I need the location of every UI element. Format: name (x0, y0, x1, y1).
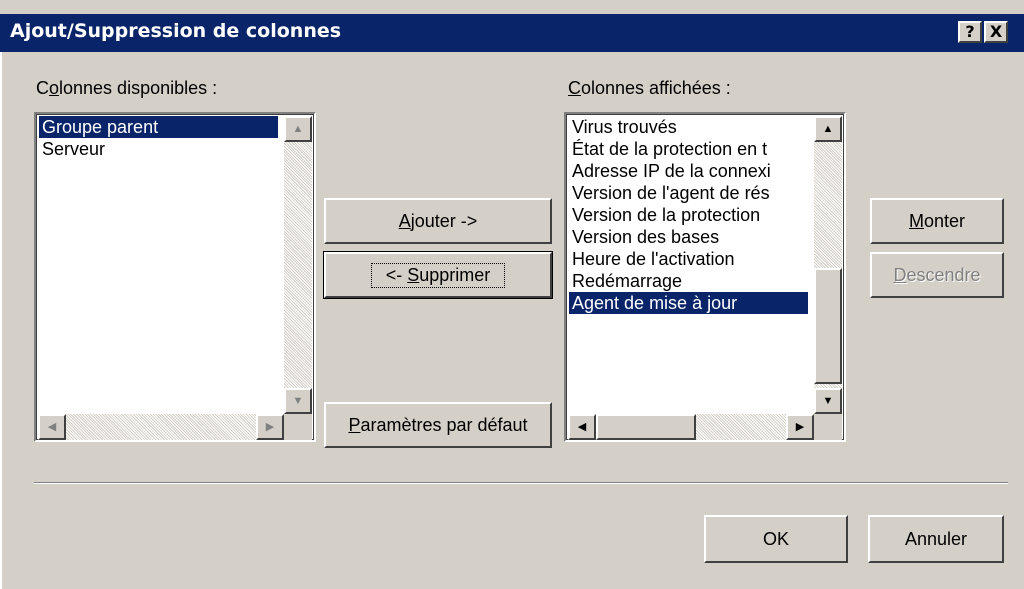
list-item[interactable]: Agent de mise à jour (569, 292, 808, 314)
list-item[interactable]: Heure de l'activation (569, 248, 808, 270)
available-vscrollbar[interactable]: ▲ ▼ (284, 116, 312, 414)
separator-line (34, 482, 1008, 484)
dialog-frame-edge (0, 52, 2, 589)
scroll-right-icon[interactable]: ▶ (786, 414, 814, 440)
displayed-columns-list[interactable]: Virus trouvés État de la protection en tA… (564, 112, 846, 442)
defaults-button[interactable]: Paramètres par défaut (324, 402, 552, 448)
displayed-hscrollbar[interactable]: ◀ ▶ (568, 414, 814, 440)
list-item[interactable]: Groupe parent (39, 116, 278, 138)
move-up-accel: M (908, 210, 924, 231)
move-down-button[interactable]: Descendre (870, 252, 1004, 298)
defaults-accel: P (348, 414, 361, 435)
vscroll-thumb[interactable] (814, 268, 842, 384)
available-items: Groupe parent Serveur (39, 116, 278, 160)
displayed-items: Virus trouvés État de la protection en tA… (569, 116, 808, 314)
list-item[interactable]: Version de l'agent de rés (569, 182, 808, 204)
defaults-label: Paramètres par défaut (348, 415, 527, 436)
remove-pre: <- (385, 264, 408, 285)
list-item[interactable]: État de la protection en t (569, 138, 808, 160)
remove-accel: S (407, 264, 420, 285)
title-bar: Ajout/Suppression de colonnes ? X (0, 14, 1024, 52)
displayed-vscrollbar[interactable]: ▲ ▼ (814, 116, 842, 414)
add-rest: jouter -> (410, 210, 478, 231)
defaults-rest: aramètres par défaut (360, 414, 528, 435)
scroll-left-icon[interactable]: ◀ (568, 414, 596, 440)
available-columns-label: Colonnes disponibles : (36, 78, 217, 99)
add-label: Ajouter -> (399, 211, 478, 232)
move-down-accel: D (893, 264, 907, 285)
move-down-label: Descendre (893, 265, 980, 286)
remove-rest: upprimer (419, 264, 491, 285)
scroll-right-icon[interactable]: ▶ (256, 414, 284, 440)
displayed-label-post: olonnes affichées : (581, 78, 731, 98)
displayed-label-accel: C (568, 78, 581, 98)
available-columns-list[interactable]: Groupe parent Serveur ▲ ▼ ◀ ▶ (34, 112, 316, 442)
scroll-up-icon[interactable]: ▲ (814, 116, 842, 142)
add-accel: A (398, 210, 411, 231)
available-label-accel: o (49, 78, 60, 98)
move-up-button[interactable]: Monter (870, 198, 1004, 244)
scroll-down-icon[interactable]: ▼ (284, 388, 312, 414)
cancel-button[interactable]: Annuler (868, 515, 1004, 563)
list-item[interactable]: Serveur (39, 138, 278, 160)
displayed-columns-label: Colonnes affichées : (568, 78, 731, 99)
help-button[interactable]: ? (958, 21, 982, 43)
scroll-left-icon[interactable]: ◀ (38, 414, 66, 440)
add-button[interactable]: Ajouter -> (324, 198, 552, 244)
list-item[interactable]: Version de la protection (569, 204, 808, 226)
list-item[interactable]: Virus trouvés (569, 116, 808, 138)
list-item[interactable]: Version des bases (569, 226, 808, 248)
remove-button[interactable]: <- Supprimer (323, 251, 553, 299)
scroll-corner (284, 414, 312, 440)
dialog-title: Ajout/Suppression de colonnes (10, 20, 342, 42)
scroll-up-icon[interactable]: ▲ (284, 116, 312, 142)
close-button[interactable]: X (984, 21, 1008, 43)
move-up-label: Monter (909, 211, 965, 232)
ok-button[interactable]: OK (704, 515, 848, 563)
available-label-post: lonnes disponibles : (59, 78, 218, 98)
scroll-down-icon[interactable]: ▼ (814, 388, 842, 414)
list-item[interactable]: Redémarrage (569, 270, 808, 292)
scroll-corner (814, 414, 842, 440)
hscroll-thumb[interactable] (596, 414, 696, 440)
move-down-rest: escendre (906, 264, 981, 285)
available-label-pre: C (36, 78, 49, 98)
remove-label: <- Supprimer (370, 262, 506, 288)
available-hscrollbar[interactable]: ◀ ▶ (38, 414, 284, 440)
list-item[interactable]: Adresse IP de la connexi (569, 160, 808, 182)
move-up-rest: onter (923, 210, 966, 231)
